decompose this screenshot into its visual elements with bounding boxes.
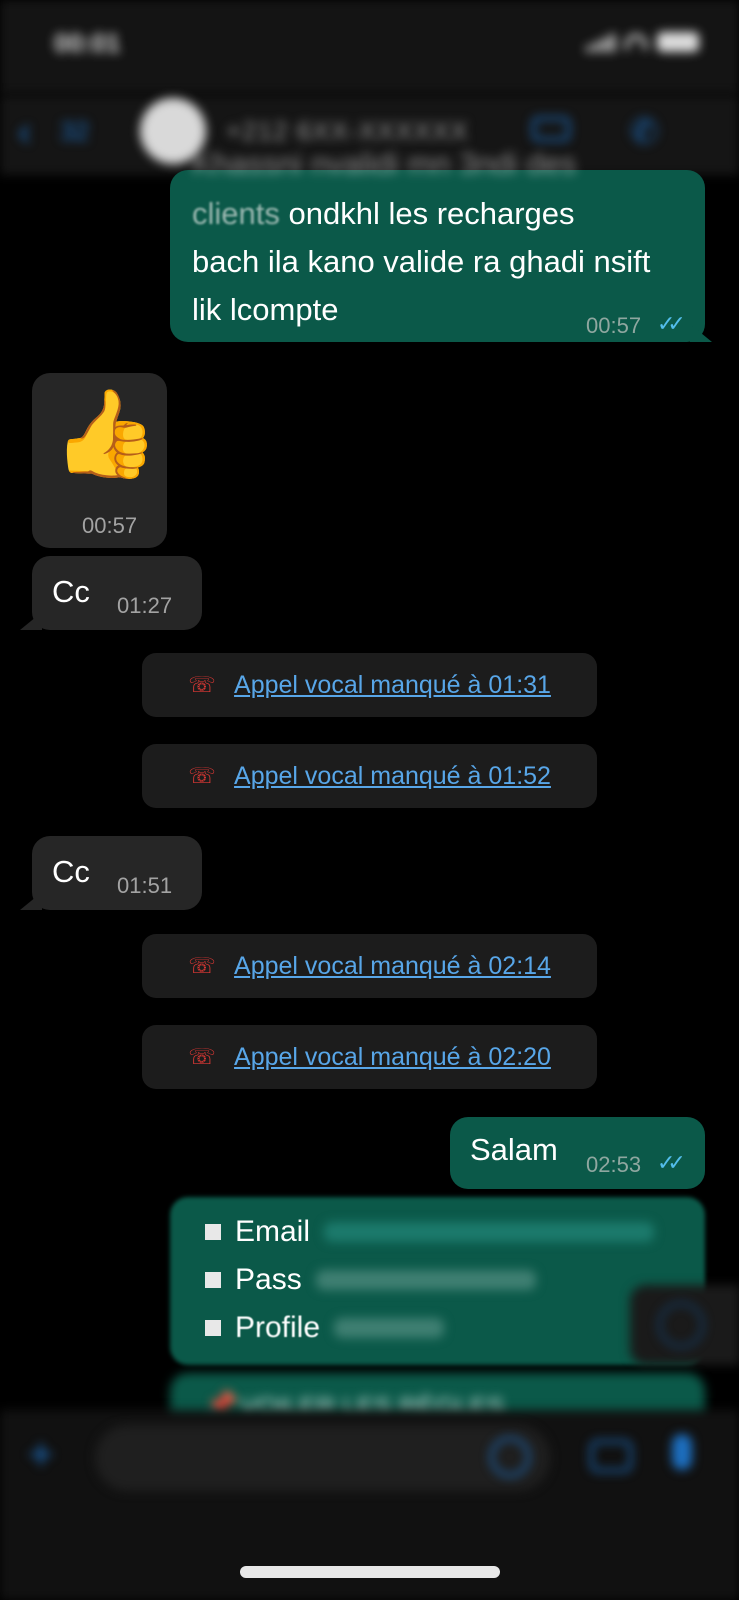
status-time: 00:01 [54, 28, 121, 58]
bullet-square-icon [205, 1272, 221, 1288]
missed-call-icon: ☏ [188, 953, 216, 978]
email-label: Email [235, 1215, 311, 1248]
thumbs-up-emoji: 👍 [52, 386, 160, 482]
wifi-icon [625, 34, 647, 50]
message-input[interactable] [95, 1425, 550, 1491]
missed-call-link[interactable]: Appel vocal manqué à 01:52 [234, 762, 551, 791]
bullet-square-icon [205, 1224, 221, 1240]
read-receipt-icon: ✓✓ [657, 1150, 686, 1175]
missed-call-link[interactable]: Appel vocal manqué à 02:14 [234, 952, 551, 981]
pass-label: Pass [235, 1263, 302, 1296]
message-time: 01:27 [117, 593, 173, 618]
credentials-list: Email Pass Profile [205, 1208, 655, 1352]
read-receipt-icon: ✓✓ [657, 311, 686, 336]
message-text-line: bach ila kano valide ra ghadi nsift [192, 244, 651, 279]
plus-icon[interactable]: + [28, 1430, 54, 1480]
chevron-down-icon[interactable] [658, 1302, 704, 1348]
message-text-rest: ondkhl les recharges [279, 196, 575, 231]
missed-call-icon: ☏ [188, 763, 216, 788]
profile-label: Profile [235, 1311, 321, 1344]
redacted-profile [334, 1318, 445, 1338]
missed-call-notice[interactable]: ☏ Appel vocal manqué à 02:14 [142, 934, 597, 998]
battery-icon [657, 32, 699, 52]
signal-icon [586, 32, 615, 52]
camera-icon[interactable] [590, 1440, 632, 1472]
list-item: Pass [205, 1256, 654, 1304]
missed-call-link[interactable]: Appel vocal manqué à 01:31 [234, 671, 551, 700]
missed-call-notice[interactable]: ☏ Appel vocal manqué à 01:52 [142, 744, 597, 808]
status-icons [586, 32, 699, 52]
list-item: Profile [205, 1304, 654, 1352]
message-text: Cc [52, 574, 90, 609]
unread-count[interactable]: 32 [60, 116, 89, 147]
bullet-square-icon [205, 1320, 221, 1336]
missed-call-icon: ☏ [188, 1044, 216, 1069]
redacted-password [315, 1270, 536, 1290]
bubble-tail [20, 612, 42, 630]
bubble-tail [690, 324, 712, 342]
list-item: Email [205, 1208, 655, 1256]
message-text: Salam [470, 1132, 558, 1167]
message-time: 00:57 [586, 313, 642, 338]
faded-word: clients [192, 196, 280, 231]
missed-call-link[interactable]: Appel vocal manqué à 02:20 [234, 1043, 551, 1072]
missed-call-notice[interactable]: ☏ Appel vocal manqué à 01:31 [142, 653, 597, 717]
redacted-email [324, 1222, 655, 1242]
bubble-tail [20, 892, 42, 910]
missed-call-notice[interactable]: ☏ Appel vocal manqué à 02:20 [142, 1025, 597, 1089]
home-indicator[interactable] [240, 1566, 500, 1578]
message-text-line: lik lcompte [192, 292, 339, 327]
message-time: 02:53 [586, 1152, 642, 1177]
phone-icon[interactable]: ✆ [630, 112, 659, 152]
message-text: Cc [52, 854, 90, 889]
microphone-icon[interactable] [672, 1434, 692, 1470]
message-text-faded: Khassni nvalidi mn 3ndi des [192, 146, 577, 181]
chevron-left-icon[interactable]: ‹ [18, 110, 31, 155]
message-time: 00:57 [82, 513, 138, 538]
sticker-icon[interactable] [490, 1437, 530, 1477]
message-text-line: clients ondkhl les recharges [192, 190, 575, 237]
message-time: 01:51 [117, 873, 173, 898]
video-call-icon[interactable] [532, 117, 570, 141]
missed-call-icon: ☏ [188, 672, 216, 697]
